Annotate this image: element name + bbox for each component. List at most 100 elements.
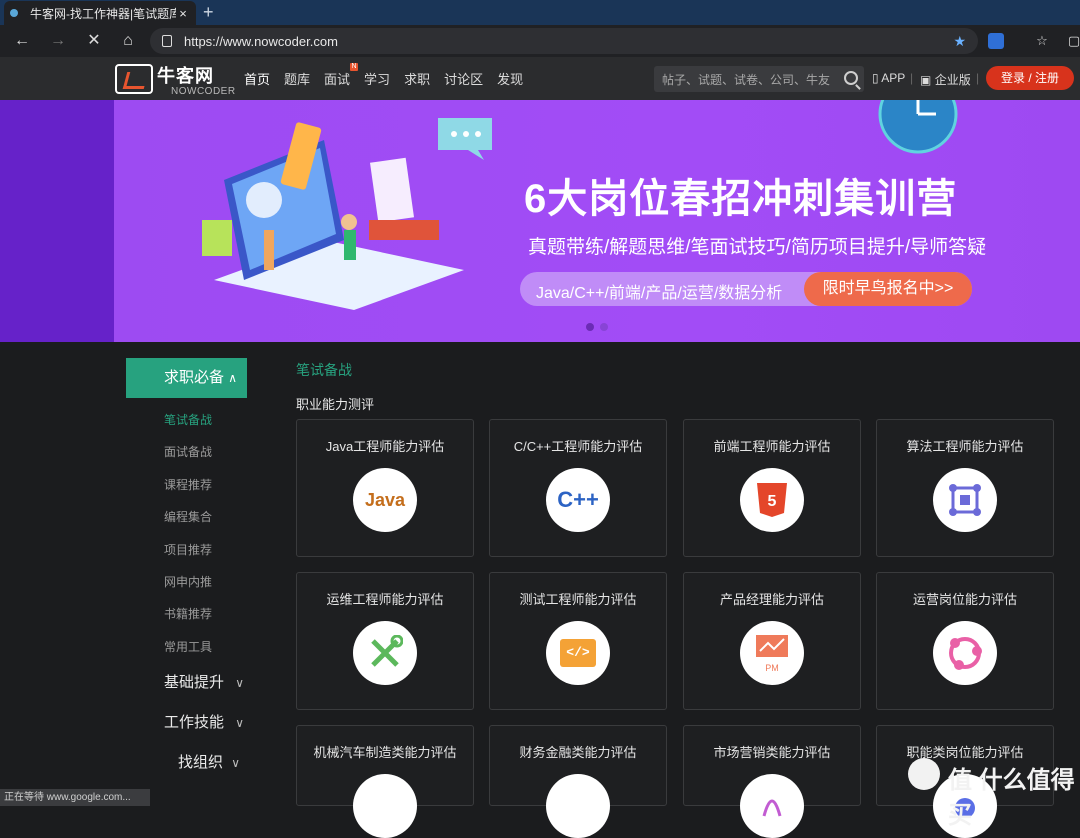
- banner-carousel[interactable]: 6大岗位春招冲刺集训营 真题带练/解题思维/笔面试技巧/简历项目提升/导师答疑 …: [114, 100, 1080, 342]
- promo-banner[interactable]: 6大岗位春招冲刺集训营 真题带练/解题思维/笔面试技巧/简历项目提升/导师答疑 …: [0, 100, 1080, 342]
- html5-icon: 5: [740, 468, 804, 532]
- carousel-dot[interactable]: [586, 323, 594, 331]
- header-divider: |: [976, 71, 980, 85]
- algorithm-icon: [933, 468, 997, 532]
- nowcoder-logo[interactable]: 牛客网 NOWCODER: [115, 62, 235, 98]
- assessment-card[interactable]: 机械汽车制造类能力评估: [296, 725, 474, 838]
- assessment-card-title: C/C++工程师能力评估: [513, 439, 643, 454]
- assessment-card[interactable]: C/C++工程师能力评估 C++: [489, 419, 667, 557]
- banner-title: 6大岗位春招冲刺集训营: [524, 177, 958, 221]
- assessment-card[interactable]: 产品经理能力评估 PM: [683, 572, 861, 710]
- browser-toolbar: ← → ✕ ⌂ https://www.nowcoder.com ★ ☆ ▢: [0, 25, 1080, 57]
- sidebar-subitem[interactable]: 编程集合: [164, 501, 276, 533]
- html5-glyph: 5: [768, 493, 777, 510]
- assessment-card-title: 职能类岗位能力评估: [906, 745, 1024, 760]
- cpp-icon: C++: [546, 468, 610, 532]
- assessment-card[interactable]: 运维工程师能力评估: [296, 572, 474, 710]
- sidebar-group-basics[interactable]: 基础提升 ∨: [164, 663, 244, 703]
- nav-home[interactable]: 首页: [244, 69, 270, 88]
- forward-arrow-icon[interactable]: →: [48, 31, 68, 51]
- search-input[interactable]: 帖子、试题、试卷、公司、牛友: [654, 66, 864, 92]
- nav-learn[interactable]: 学习: [364, 69, 390, 88]
- app-link[interactable]: ▯ APP: [872, 71, 905, 85]
- assessment-card-title: Java工程师能力评估: [325, 439, 445, 454]
- header-divider: |: [910, 71, 914, 85]
- assessment-card-title: 测试工程师能力评估: [519, 592, 637, 607]
- network-icon: [933, 621, 997, 685]
- sidebar-subitem[interactable]: 网申内推: [164, 566, 276, 598]
- assessment-card-title: 市场营销类能力评估: [713, 745, 831, 760]
- stop-loading-icon[interactable]: ✕: [84, 31, 104, 51]
- banner-signup-button[interactable]: 限时早鸟报名中>>: [804, 272, 972, 306]
- sidebar-group-label: 基础提升: [164, 674, 225, 692]
- machine-icon: [353, 774, 417, 838]
- phone-icon: ▯: [872, 71, 879, 85]
- subsection-title: 职业能力测评: [296, 397, 375, 412]
- assessment-card-title: 产品经理能力评估: [719, 592, 824, 607]
- pm-glyph: PM: [765, 663, 779, 673]
- chevron-down-icon: ∨: [231, 756, 240, 771]
- assessment-card-title: 机械汽车制造类能力评估: [313, 745, 457, 760]
- watermark-text: 值 什么值得买: [948, 767, 1075, 829]
- tab-title: 牛客网-找工作神器|笔试题库|面试: [30, 6, 176, 21]
- new-badge: N: [350, 63, 359, 71]
- favorites-icon[interactable]: ☆: [1032, 31, 1052, 51]
- sidebar-subitem[interactable]: 课程推荐: [164, 469, 276, 501]
- nav-discuss[interactable]: 讨论区: [444, 69, 483, 88]
- sidebar-group-label: 找组织: [178, 754, 224, 772]
- enterprise-label: 企业版: [934, 73, 971, 87]
- assessment-card[interactable]: 前端工程师能力评估 5: [683, 419, 861, 557]
- tab-close-icon[interactable]: ×: [176, 6, 190, 21]
- address-bar[interactable]: https://www.nowcoder.com ★: [150, 28, 978, 54]
- assessment-card[interactable]: 市场营销类能力评估: [683, 725, 861, 838]
- sidebar-subitem[interactable]: 常用工具: [164, 631, 276, 663]
- finance-icon: [546, 774, 610, 838]
- sidebar-subitem[interactable]: 书籍推荐: [164, 598, 276, 630]
- login-button[interactable]: 登录 / 注册: [986, 66, 1074, 90]
- nav-discover[interactable]: 发现: [497, 69, 523, 88]
- browser-tab-bar: 牛客网-找工作神器|笔试题库|面试 × +: [0, 0, 1080, 25]
- assessment-card-title: 运营岗位能力评估: [912, 592, 1017, 607]
- assessment-card[interactable]: Java工程师能力评估 Java: [296, 419, 474, 557]
- carousel-dot[interactable]: [600, 323, 608, 331]
- assessment-card[interactable]: 测试工程师能力评估 </>: [489, 572, 667, 710]
- assessment-card-title: 运维工程师能力评估: [326, 592, 444, 607]
- sidebar-subitem[interactable]: 面试备战: [164, 436, 276, 468]
- search-icon[interactable]: [844, 71, 858, 85]
- back-arrow-icon[interactable]: ←: [12, 31, 32, 51]
- chat-bubble-icon: [438, 118, 492, 160]
- sidebar-group-org[interactable]: 找组织 ∨: [178, 743, 240, 783]
- nav-question-bank[interactable]: 题库: [284, 69, 310, 88]
- sidebar-subitem[interactable]: 项目推荐: [164, 534, 276, 566]
- assessment-card-title: 前端工程师能力评估: [713, 439, 831, 454]
- logo-name: 牛客网: [157, 66, 214, 86]
- marketing-shape: [762, 799, 782, 817]
- nav-jobs[interactable]: 求职: [404, 69, 430, 88]
- assessment-card[interactable]: 运营岗位能力评估: [876, 572, 1054, 710]
- home-icon[interactable]: ⌂: [118, 31, 138, 51]
- new-tab-button[interactable]: +: [203, 2, 214, 23]
- carousel-dots: [586, 318, 614, 336]
- bookmark-star-icon[interactable]: ★: [953, 33, 966, 50]
- sidebar-subitem[interactable]: 笔试备战: [164, 404, 276, 436]
- assessment-card[interactable]: 算法工程师能力评估: [876, 419, 1054, 557]
- app-label: APP: [881, 71, 906, 85]
- assessment-card[interactable]: 财务金融类能力评估: [489, 725, 667, 838]
- code-glyph: </>: [560, 639, 596, 667]
- collections-icon[interactable]: ▢: [1064, 31, 1080, 51]
- chevron-down-icon: ∨: [235, 676, 244, 691]
- extension-icon[interactable]: [988, 33, 1004, 49]
- browser-tab[interactable]: 牛客网-找工作神器|笔试题库|面试 ×: [4, 1, 196, 25]
- presentation-icon: PM: [740, 621, 804, 685]
- sidebar-item-job-essentials[interactable]: 求职必备 ∧: [126, 358, 247, 398]
- nav-interview[interactable]: 面试 N: [324, 63, 359, 88]
- tab-favicon-icon: [10, 9, 18, 17]
- sidebar-group-skills[interactable]: 工作技能 ∨: [164, 703, 244, 743]
- chevron-up-icon: ∧: [228, 371, 237, 385]
- logo-mark-icon: [115, 64, 153, 94]
- network-shape: [949, 637, 982, 670]
- enterprise-link[interactable]: ▣ 企业版: [920, 71, 971, 88]
- site-header: 牛客网 NOWCODER 首页 题库 面试 N 学习 求职 讨论区 发现 帖子、试…: [0, 57, 1080, 100]
- logo-sub: NOWCODER: [171, 86, 236, 97]
- banner-left-strip: [0, 100, 114, 342]
